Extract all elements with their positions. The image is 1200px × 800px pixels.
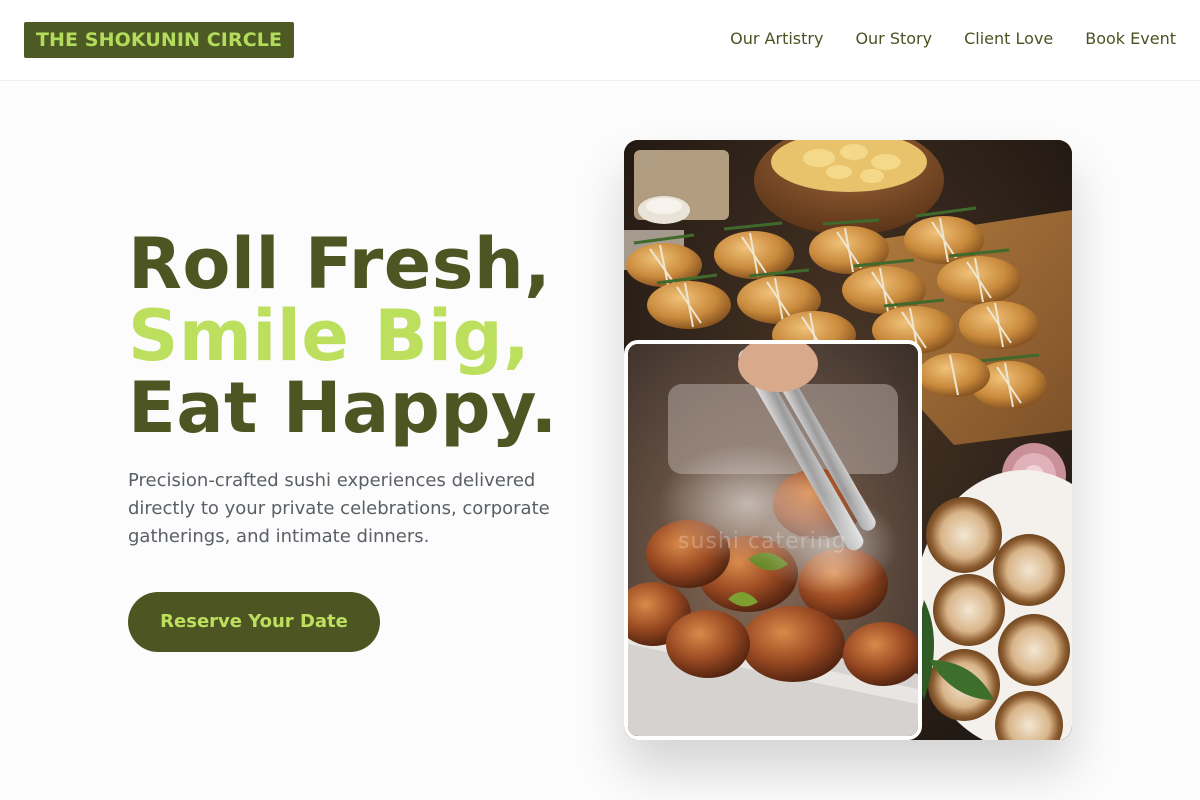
nav-item-our-artistry[interactable]: Our Artistry [730,29,823,49]
hero-headline: Roll Fresh, Smile Big, Eat Happy. [128,228,558,444]
hero-line-1: Roll Fresh, [128,223,552,305]
hero-line-3: Eat Happy. [128,367,558,449]
reserve-date-button[interactable]: Reserve Your Date [128,592,380,652]
photo-watermark: sushi catering [678,529,847,554]
grilled-skewers-photo: sushi catering [624,340,922,740]
brand-logo[interactable]: THE SHOKUNIN CIRCLE [24,22,294,58]
site-header: THE SHOKUNIN CIRCLE Our Artistry Our Sto… [0,0,1200,81]
nav-item-client-love[interactable]: Client Love [964,29,1053,49]
hero-description: Precision-crafted sushi experiences deli… [128,470,550,547]
hero-line-2: Smile Big, [128,295,531,377]
main-nav: Our Artistry Our Story Client Love Book … [730,29,1176,49]
nav-item-our-story[interactable]: Our Story [855,29,932,49]
nav-item-book-event[interactable]: Book Event [1085,29,1176,49]
